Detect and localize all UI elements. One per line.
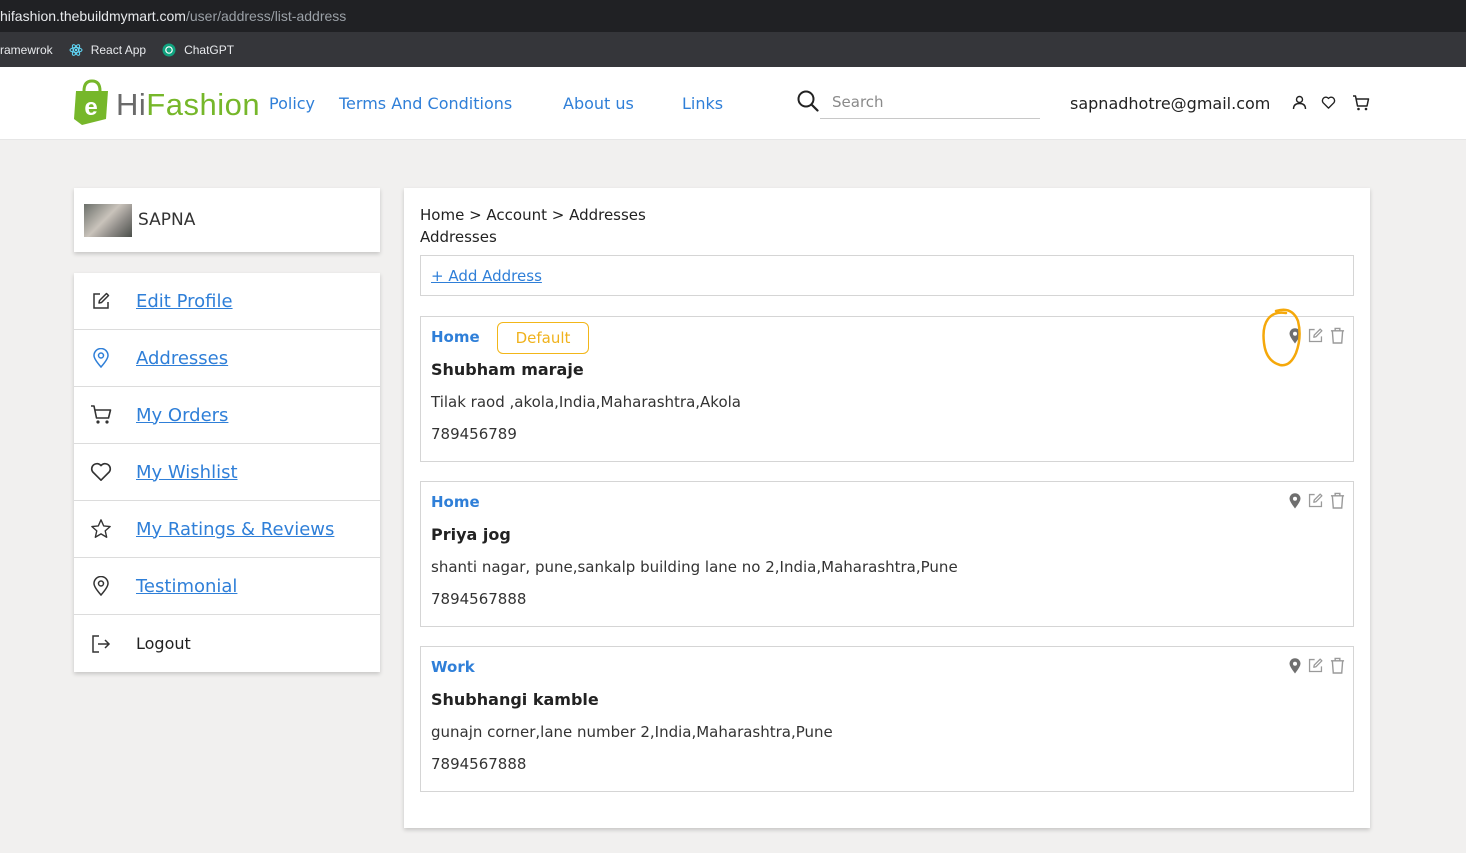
address-type: Work	[431, 658, 475, 676]
sidebar-item-label: My Ratings & Reviews	[136, 518, 335, 540]
nav-about[interactable]: About us	[563, 94, 634, 113]
sidebar-item-label: My Orders	[136, 404, 229, 426]
sidebar-item-testimonial[interactable]: Testimonial	[74, 558, 380, 615]
add-address-box: + Add Address	[420, 255, 1354, 296]
heart-icon	[90, 461, 112, 483]
breadcrumb: Home > Account > Addresses	[420, 206, 646, 224]
delete-address-icon[interactable]	[1330, 327, 1345, 344]
react-icon	[69, 43, 83, 57]
sidebar-item-label: My Wishlist	[136, 461, 238, 483]
url-path: /user/address/list-address	[185, 8, 347, 24]
address-type: Home	[431, 328, 480, 346]
avatar	[84, 203, 132, 237]
sidebar-item-label: Logout	[136, 634, 191, 653]
sidebar-item-label: Testimonial	[136, 575, 238, 597]
delete-address-icon[interactable]	[1330, 492, 1345, 509]
browser-url-bar[interactable]: hifashion.thebuildmymart.com/user/addres…	[0, 0, 1466, 32]
address-name: Priya jog	[431, 525, 511, 544]
default-badge: Default	[497, 322, 589, 354]
logout-icon	[90, 633, 112, 655]
bookmark-item[interactable]: React App	[69, 43, 146, 57]
bookmark-item[interactable]: ramewrok	[0, 43, 53, 57]
add-address-button[interactable]: + Add Address	[431, 267, 542, 285]
address-actions	[1283, 657, 1345, 674]
nav-policy[interactable]: Policy	[269, 94, 315, 113]
svg-text:e: e	[84, 94, 97, 121]
page-title: Addresses	[420, 228, 497, 246]
shopping-bag-logo-icon: e	[72, 79, 112, 131]
bookmarks-bar: ramewrok React App ChatGPT	[0, 32, 1466, 67]
addresses-panel: Home > Account > Addresses Addresses + A…	[404, 188, 1370, 828]
map-pin-icon[interactable]	[1289, 657, 1301, 674]
edit-address-icon[interactable]	[1307, 492, 1324, 509]
annotation-circle	[1262, 307, 1304, 375]
address-card: Home Default Shubham maraje Tilak raod ,…	[420, 316, 1354, 462]
sidebar-item-edit-profile[interactable]: Edit Profile	[74, 273, 380, 330]
sidebar-item-addresses[interactable]: Addresses	[74, 330, 380, 387]
nav-terms[interactable]: Terms And Conditions	[339, 94, 512, 113]
nav-links[interactable]: Links	[682, 94, 723, 113]
sidebar-item-my-orders[interactable]: My Orders	[74, 387, 380, 444]
address-phone: 7894567888	[431, 590, 527, 608]
site-header: e HiFashion Policy Terms And Conditions …	[0, 67, 1466, 140]
sidebar-item-ratings-reviews[interactable]: My Ratings & Reviews	[74, 501, 380, 558]
address-card: Work Shubhangi kamble gunajn corner,lane…	[420, 646, 1354, 792]
address-actions	[1283, 492, 1345, 509]
chatgpt-icon	[162, 43, 176, 57]
sidebar-item-logout[interactable]: Logout	[74, 615, 380, 672]
profile-card: SAPNA	[74, 188, 380, 252]
url-host: hifashion.thebuildmymart.com	[0, 8, 186, 24]
user-email[interactable]: sapnadhotre@gmail.com	[1070, 94, 1270, 113]
bookmark-label: React App	[90, 42, 147, 57]
cart-icon[interactable]	[1352, 95, 1370, 115]
edit-address-icon[interactable]	[1307, 327, 1324, 344]
site-logo[interactable]: e HiFashion	[72, 79, 260, 131]
bookmark-item[interactable]: ChatGPT	[162, 43, 234, 57]
map-pin-icon[interactable]	[1289, 492, 1301, 509]
sidebar-item-label: Edit Profile	[136, 290, 233, 312]
address-line: shanti nagar, pune,sankalp building lane…	[431, 558, 958, 576]
address-name: Shubhangi kamble	[431, 690, 599, 709]
sidebar-item-my-wishlist[interactable]: My Wishlist	[74, 444, 380, 501]
bookmark-label: ramewrok	[0, 42, 53, 57]
search-icon[interactable]	[797, 90, 819, 116]
address-line: gunajn corner,lane number 2,India,Mahara…	[431, 723, 833, 741]
address-name: Shubham maraje	[431, 360, 584, 379]
account-sidebar: Edit Profile Addresses My Orders My Wish…	[74, 273, 380, 672]
edit-icon	[90, 290, 112, 312]
address-phone: 789456789	[431, 425, 517, 443]
address-line: Tilak raod ,akola,India,Maharashtra,Akol…	[431, 393, 741, 411]
location-pin-icon	[90, 347, 112, 369]
star-icon	[90, 518, 112, 540]
edit-address-icon[interactable]	[1307, 657, 1324, 674]
search-input[interactable]	[820, 86, 1040, 119]
address-card: Home Priya jog shanti nagar, pune,sankal…	[420, 481, 1354, 627]
cart-icon	[90, 404, 112, 426]
delete-address-icon[interactable]	[1330, 657, 1345, 674]
bookmark-label: ChatGPT	[184, 42, 235, 57]
logo-text: HiFashion	[116, 87, 261, 122]
heart-icon[interactable]	[1321, 95, 1336, 114]
user-icon[interactable]	[1292, 95, 1307, 114]
sidebar-item-label: Addresses	[136, 347, 229, 369]
address-phone: 7894567888	[431, 755, 527, 773]
profile-name: SAPNA	[138, 210, 196, 230]
address-type: Home	[431, 493, 480, 511]
location-pin-icon	[90, 575, 112, 597]
